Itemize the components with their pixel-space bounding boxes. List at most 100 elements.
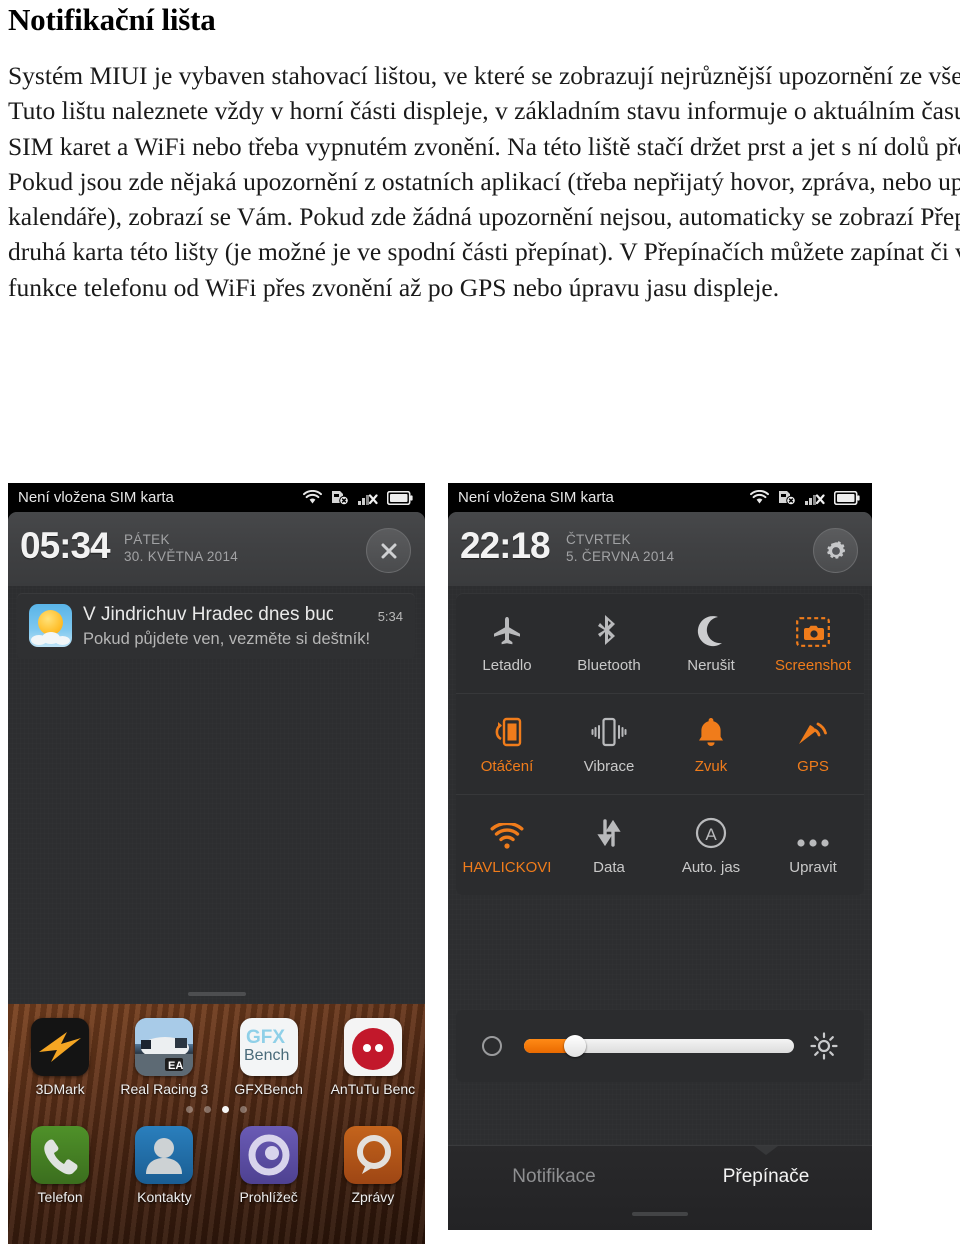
toggle-label: GPS (797, 757, 829, 775)
date-block: ČTVRTEK 5. ČERVNA 2014 (566, 531, 674, 565)
svg-text:GFX: GFX (246, 1027, 285, 1048)
page-indicator (8, 1106, 425, 1113)
signal-no-service-icon (358, 494, 378, 505)
dock-zpravy[interactable]: Zprávy (329, 1126, 417, 1205)
body-paragraph: Systém MIUI je vybaven stahovací lištou,… (8, 61, 960, 302)
shade-drag-handle[interactable] (632, 1212, 688, 1216)
toggle-gps[interactable]: GPS (762, 714, 864, 775)
page-dot-active[interactable] (222, 1106, 229, 1113)
screenshots-container: 3DMark EA Real Racing 3 GFX Bench GFXBen… (0, 483, 960, 1244)
app-label: 3DMark (35, 1081, 85, 1097)
toggles-row-2: Otáčení Vibrace Zvuk GPS (456, 693, 864, 794)
weekday: PÁTEK (124, 532, 170, 547)
gps-icon (796, 714, 830, 748)
toggle-data[interactable]: Data (558, 815, 660, 876)
dock-prohlizec[interactable]: Prohlížeč (225, 1126, 313, 1205)
homescreen-background: 3DMark EA Real Racing 3 GFX Bench GFXBen… (8, 1004, 425, 1244)
toggle-auto-brightness[interactable]: A Auto. jas (660, 815, 762, 876)
app-3dmark[interactable]: 3DMark (16, 1018, 104, 1097)
settings-button[interactable] (813, 528, 858, 573)
dock-label: Prohlížeč (239, 1189, 298, 1205)
toggle-otaceni[interactable]: Otáčení (456, 714, 558, 775)
toggle-screenshot[interactable]: Screenshot (762, 613, 864, 674)
page-dot[interactable] (204, 1106, 211, 1113)
tab-notifikace[interactable]: Notifikace (448, 1166, 660, 1188)
sim-status-text: Není vložena SIM karta (18, 489, 174, 506)
toggle-label: Vibrace (583, 757, 635, 775)
more-dots-icon (796, 815, 830, 849)
shade-tabbar: Notifikace Přepínače (448, 1145, 872, 1230)
screenshot-icon (796, 613, 830, 647)
screenshot-left-phone: 3DMark EA Real Racing 3 GFX Bench GFXBen… (8, 483, 425, 1244)
toggle-label: Data (593, 858, 625, 876)
svg-text:A: A (705, 825, 717, 844)
toggle-bluetooth[interactable]: Bluetooth (558, 613, 660, 674)
brightness-card (456, 1010, 864, 1082)
contacts-icon (135, 1126, 194, 1184)
toggle-upravit[interactable]: Upravit (762, 815, 864, 876)
toggle-label: Screenshot (775, 656, 851, 674)
moon-icon (696, 613, 726, 647)
toggle-vibrace[interactable]: Vibrace (558, 714, 660, 775)
dock-label: Kontakty (137, 1189, 192, 1205)
dock-kontakty[interactable]: Kontakty (120, 1126, 208, 1205)
toggle-zvuk[interactable]: Zvuk (660, 714, 762, 775)
clock: 05:34 (20, 525, 111, 566)
dock-label: Zprávy (351, 1189, 395, 1205)
rotation-icon (490, 714, 524, 748)
data-sync-icon (594, 815, 624, 849)
toggle-wifi[interactable]: HAVLICKOVI (456, 815, 558, 876)
gfxbench-icon: GFX Bench (239, 1018, 298, 1076)
dock-telefon[interactable]: Telefon (16, 1126, 104, 1205)
notification-title: V Jindrichuv Hradec dnes bud (83, 604, 333, 625)
cloud-shape (31, 632, 70, 645)
toggles-card: Letadlo Bluetooth Nerušit Screenshot Otá… (456, 593, 864, 895)
auto-brightness-icon: A (695, 815, 727, 849)
vibrate-icon (591, 714, 627, 748)
signal-no-service-icon (805, 494, 825, 505)
page-dot[interactable] (240, 1106, 247, 1113)
toggle-nerusit[interactable]: Nerušit (660, 613, 762, 674)
toggle-label: HAVLICKOVI (462, 858, 552, 876)
status-icons (750, 490, 860, 505)
date: 30. KVĚTNA 2014 (124, 549, 239, 564)
status-icons (303, 490, 413, 505)
shade-header: 05:34 PÁTEK 30. KVĚTNA 2014 (8, 512, 425, 586)
app-row: 3DMark EA Real Racing 3 GFX Bench GFXBen… (8, 1018, 425, 1097)
screenshot-right-phone: 22:18 ČTVRTEK 5. ČERVNA 2014 Letadlo Blu… (448, 483, 872, 1230)
notification-card[interactable]: V Jindrichuv Hradec dnes bud 5:34 Pokud … (17, 593, 415, 659)
browser-icon (239, 1126, 298, 1184)
shade-drag-handle[interactable] (187, 992, 246, 996)
wifi-icon (490, 815, 524, 849)
toggles-row-3: HAVLICKOVI Data A Auto. jas Upravit (456, 794, 864, 895)
page-dot[interactable] (186, 1106, 193, 1113)
weekday: ČTVRTEK (566, 532, 631, 547)
toggle-letadlo[interactable]: Letadlo (456, 613, 558, 674)
toggle-label: Otáčení (480, 757, 534, 775)
messages-icon (343, 1126, 402, 1184)
bluetooth-icon (596, 613, 622, 647)
3dmark-icon (31, 1018, 90, 1076)
bell-icon (696, 714, 726, 748)
battery-icon (834, 490, 860, 505)
date: 5. ČERVNA 2014 (566, 549, 675, 564)
airplane-icon (491, 613, 523, 647)
dock-label: Telefon (37, 1189, 83, 1205)
toggles-row-1: Letadlo Bluetooth Nerušit Screenshot (456, 593, 864, 693)
shade-header: 22:18 ČTVRTEK 5. ČERVNA 2014 (448, 512, 872, 586)
toggle-label: Letadlo (482, 656, 532, 674)
app-real-racing-3[interactable]: EA Real Racing 3 (120, 1018, 208, 1097)
gear-icon (826, 540, 845, 559)
brightness-high-icon (810, 1032, 838, 1060)
clear-all-button[interactable] (366, 528, 411, 573)
wifi-icon (750, 490, 769, 504)
tab-prepinace[interactable]: Přepínače (660, 1166, 872, 1188)
page-title: Notifikační lišta (8, 2, 216, 37)
brightness-slider[interactable] (524, 1035, 794, 1057)
app-antutu[interactable]: AnTuTu Benc (329, 1018, 417, 1097)
app-gfxbench[interactable]: GFX Bench GFXBench (225, 1018, 313, 1097)
app-label: Real Racing 3 (120, 1081, 209, 1097)
sim-status-text: Není vložena SIM karta (458, 489, 614, 506)
slider-knob[interactable] (564, 1035, 587, 1057)
close-icon (381, 543, 396, 558)
